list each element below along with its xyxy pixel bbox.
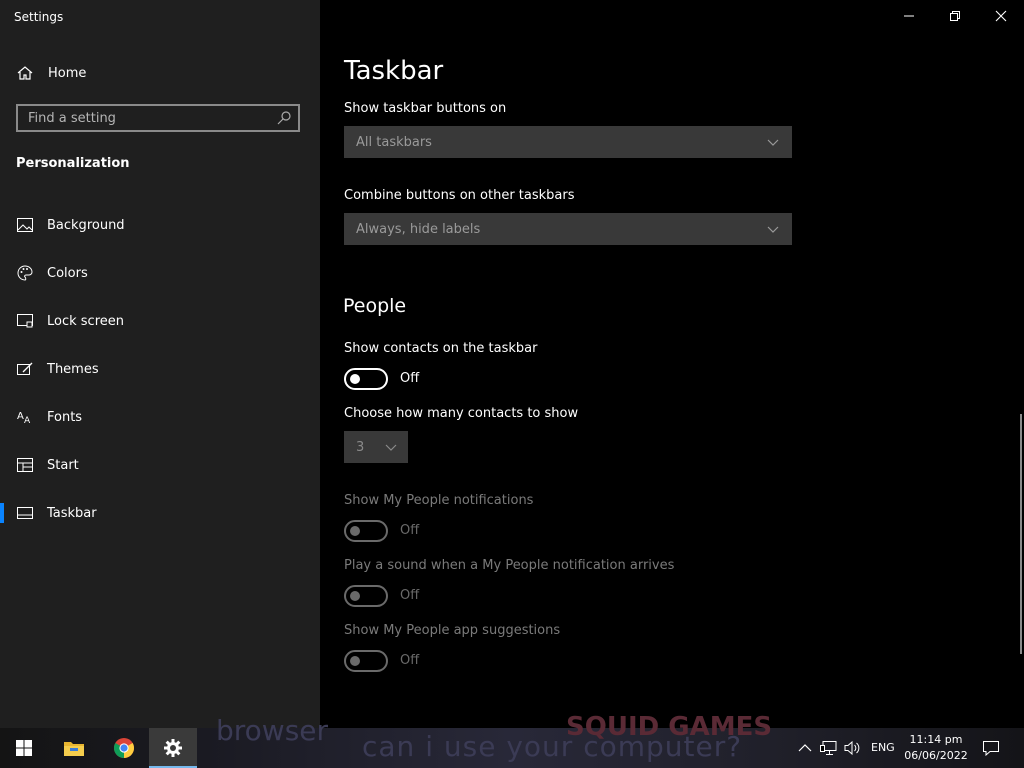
page-title: Taskbar	[344, 56, 444, 86]
content-pane: Taskbar Show taskbar buttons on All task…	[320, 0, 1024, 728]
language-indicator[interactable]: ENG	[871, 741, 895, 754]
combine-buttons-label: Combine buttons on other taskbars	[344, 188, 575, 203]
file-explorer-button[interactable]	[50, 728, 98, 768]
svg-text:A: A	[17, 411, 24, 422]
wallpaper-text: browser	[216, 714, 329, 747]
notification-icon	[983, 741, 999, 756]
start-button[interactable]	[0, 728, 48, 768]
sidebar-item-label: Background	[47, 217, 125, 233]
sidebar-item-themes[interactable]: Themes	[0, 349, 320, 389]
toggle-knob	[350, 526, 360, 536]
svg-text:A: A	[24, 416, 31, 424]
speaker-icon	[844, 740, 860, 756]
search-input[interactable]: Find a setting	[16, 104, 300, 132]
contacts-count-label: Choose how many contacts to show	[344, 406, 579, 421]
start-icon	[16, 456, 34, 474]
taskbar-icon	[16, 504, 34, 522]
themes-icon	[16, 360, 34, 378]
minimize-icon	[904, 15, 914, 17]
home-button[interactable]: Home	[16, 60, 306, 86]
clock-date: 06/06/2022	[904, 749, 968, 762]
sound-label: Play a sound when a My People notificati…	[344, 558, 675, 573]
contacts-count-dropdown[interactable]: 3	[344, 431, 408, 463]
section-title: Personalization	[16, 156, 130, 171]
sidebar-item-label: Lock screen	[47, 313, 124, 329]
scrollbar[interactable]	[1020, 414, 1022, 654]
notifications-state: Off	[400, 523, 420, 538]
chevron-down-icon	[766, 135, 780, 149]
search-placeholder: Find a setting	[28, 110, 116, 126]
show-contacts-label: Show contacts on the taskbar	[344, 341, 538, 356]
sidebar-item-label: Taskbar	[47, 505, 97, 521]
show-buttons-label: Show taskbar buttons on	[344, 101, 507, 116]
suggestions-toggle[interactable]	[344, 650, 388, 672]
lock-screen-icon	[16, 312, 34, 330]
gear-icon	[164, 739, 182, 757]
network-icon	[820, 741, 837, 755]
restore-icon	[950, 11, 960, 21]
home-icon	[16, 64, 34, 82]
sidebar-item-background[interactable]: Background	[0, 205, 320, 245]
windows-logo-icon	[16, 740, 32, 756]
chevron-up-icon	[798, 744, 812, 752]
sound-toggle[interactable]	[344, 585, 388, 607]
sidebar-item-label: Themes	[47, 361, 99, 377]
windows-taskbar: browser can i use your computer? SQUID G…	[0, 712, 1024, 768]
sidebar-item-start[interactable]: Start	[0, 445, 320, 485]
fonts-icon: AA	[16, 408, 34, 426]
close-button[interactable]	[978, 0, 1024, 32]
sidebar-item-fonts[interactable]: AA Fonts	[0, 397, 320, 437]
sidebar-item-taskbar[interactable]: Taskbar	[0, 493, 320, 533]
show-hidden-icons-button[interactable]	[796, 739, 814, 757]
sidebar-item-label: Fonts	[47, 409, 83, 425]
dropdown-value: 3	[356, 439, 365, 455]
minimize-button[interactable]	[886, 0, 932, 32]
dropdown-value: Always, hide labels	[356, 221, 481, 237]
sidebar-item-colors[interactable]: Colors	[0, 253, 320, 293]
show-contacts-toggle[interactable]	[344, 368, 388, 390]
volume-button[interactable]	[844, 739, 862, 757]
sidebar: Settings Home Find a setting Personaliza…	[0, 0, 320, 728]
chrome-icon	[114, 738, 134, 758]
chevron-down-icon	[384, 440, 398, 454]
chevron-down-icon	[766, 222, 780, 236]
dropdown-value: All taskbars	[356, 134, 432, 150]
sound-state: Off	[400, 588, 420, 603]
toggle-knob	[350, 374, 360, 384]
chrome-button[interactable]	[100, 728, 148, 768]
network-button[interactable]	[820, 739, 838, 757]
home-label: Home	[48, 65, 87, 81]
clock-time: 11:14 pm	[909, 733, 963, 746]
restore-button[interactable]	[932, 0, 978, 32]
toggle-knob	[350, 591, 360, 601]
sidebar-item-lock-screen[interactable]: Lock screen	[0, 301, 320, 341]
show-contacts-state: Off	[400, 371, 420, 386]
sidebar-item-label: Start	[47, 457, 79, 473]
action-center-button[interactable]	[982, 739, 1000, 757]
window-title: Settings	[14, 10, 64, 24]
suggestions-state: Off	[400, 653, 420, 668]
notifications-toggle[interactable]	[344, 520, 388, 542]
image-icon	[16, 216, 34, 234]
sidebar-item-label: Colors	[47, 265, 88, 281]
search-icon	[276, 110, 292, 126]
close-icon	[995, 10, 1007, 22]
clock[interactable]: 11:14 pm 06/06/2022	[902, 732, 970, 764]
palette-icon	[16, 264, 34, 282]
people-heading: People	[343, 295, 407, 317]
suggestions-label: Show My People app suggestions	[344, 623, 561, 638]
show-buttons-dropdown[interactable]: All taskbars	[344, 126, 792, 158]
combine-buttons-dropdown[interactable]: Always, hide labels	[344, 213, 792, 245]
notifications-label: Show My People notifications	[344, 493, 534, 508]
settings-app-button[interactable]	[149, 728, 197, 768]
folder-icon	[64, 742, 84, 756]
wallpaper-text: SQUID GAMES	[566, 712, 773, 742]
toggle-knob	[350, 656, 360, 666]
